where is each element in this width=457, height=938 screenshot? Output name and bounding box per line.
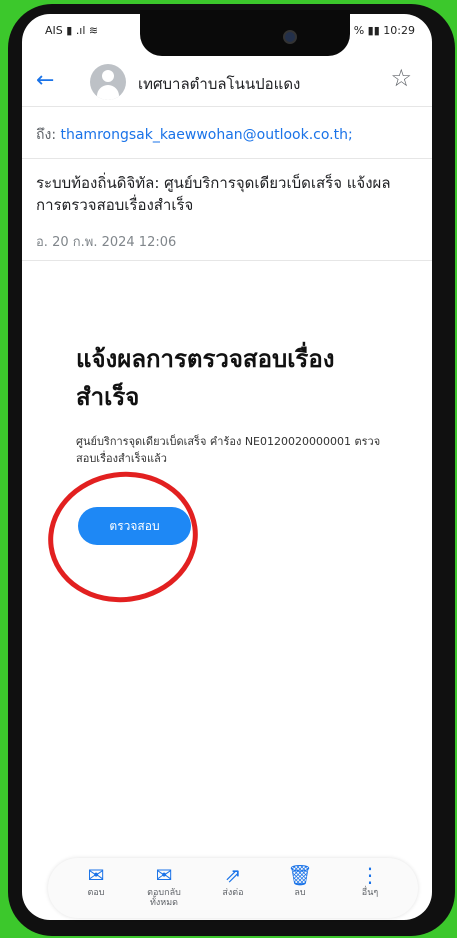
signal-icon: ▮ .ıl ≋ [66,24,99,37]
forward-icon: ⇗ [224,863,242,887]
bottom-action-bar: ✉ ตอบ ✉ ตอบกลับทั้งหมด ⇗ ส่งต่อ 🗑 ลบ ⋮ อ… [48,858,418,918]
trash-icon: 🗑 [287,863,313,887]
arrow-back-icon[interactable]: ← [36,68,54,93]
status-right: % ▮▮ 10:29 [354,24,415,37]
divider [22,260,432,261]
message-text: ศูนย์บริการจุดเดียวเบ็ดเสร็จ คำร้อง NE01… [76,435,381,465]
avatar[interactable] [90,64,126,100]
recipient-address[interactable]: thamrongsak_kaewwohan@outlook.co.th; [60,127,352,143]
email-date: อ. 20 ก.พ. 2024 12:06 [36,235,177,250]
camera-icon [283,30,297,44]
delete-label: ลบ [294,888,306,898]
reply-button[interactable]: ✉ ตอบ [66,864,126,898]
message-title: แจ้งผลการตรวจสอบเรื่องสำเร็จ [76,345,335,411]
recipient-line: ถึง: thamrongsak_kaewwohan@outlook.co.th… [36,124,353,146]
delete-button[interactable]: 🗑 ลบ [270,864,330,898]
email-header: ← เทศบาลตำบลโนนปอแดง ☆ [22,62,432,104]
phone-screen [22,14,432,920]
status-left: AIS ▮ .ıl ≋ [45,24,98,37]
email-subject: ระบบท้องถิ่นดิจิทัล: ศูนย์บริการจุดเดียว… [36,174,391,214]
star-icon[interactable]: ☆ [390,64,412,92]
more-button[interactable]: ⋮ อื่นๆ [340,864,400,898]
notch [140,10,350,56]
divider [22,106,432,107]
more-label: อื่นๆ [361,888,379,898]
more-icon: ⋮ [360,863,380,887]
sender-name[interactable]: เทศบาลตำบลโนนปอแดง [138,72,300,96]
forward-button[interactable]: ⇗ ส่งต่อ [203,864,263,898]
reply-label: ตอบ [87,888,105,898]
divider [22,158,432,159]
carrier: AIS [45,24,63,37]
reply-icon: ✉ [87,863,105,887]
reply-all-button[interactable]: ✉ ตอบกลับทั้งหมด [134,864,194,908]
to-label: ถึง: [36,127,57,143]
reply-all-icon: ✉ [155,863,173,887]
forward-label: ส่งต่อ [222,888,244,898]
reply-all-label: ตอบกลับทั้งหมด [147,888,181,908]
battery-time: % ▮▮ 10:29 [353,24,415,37]
